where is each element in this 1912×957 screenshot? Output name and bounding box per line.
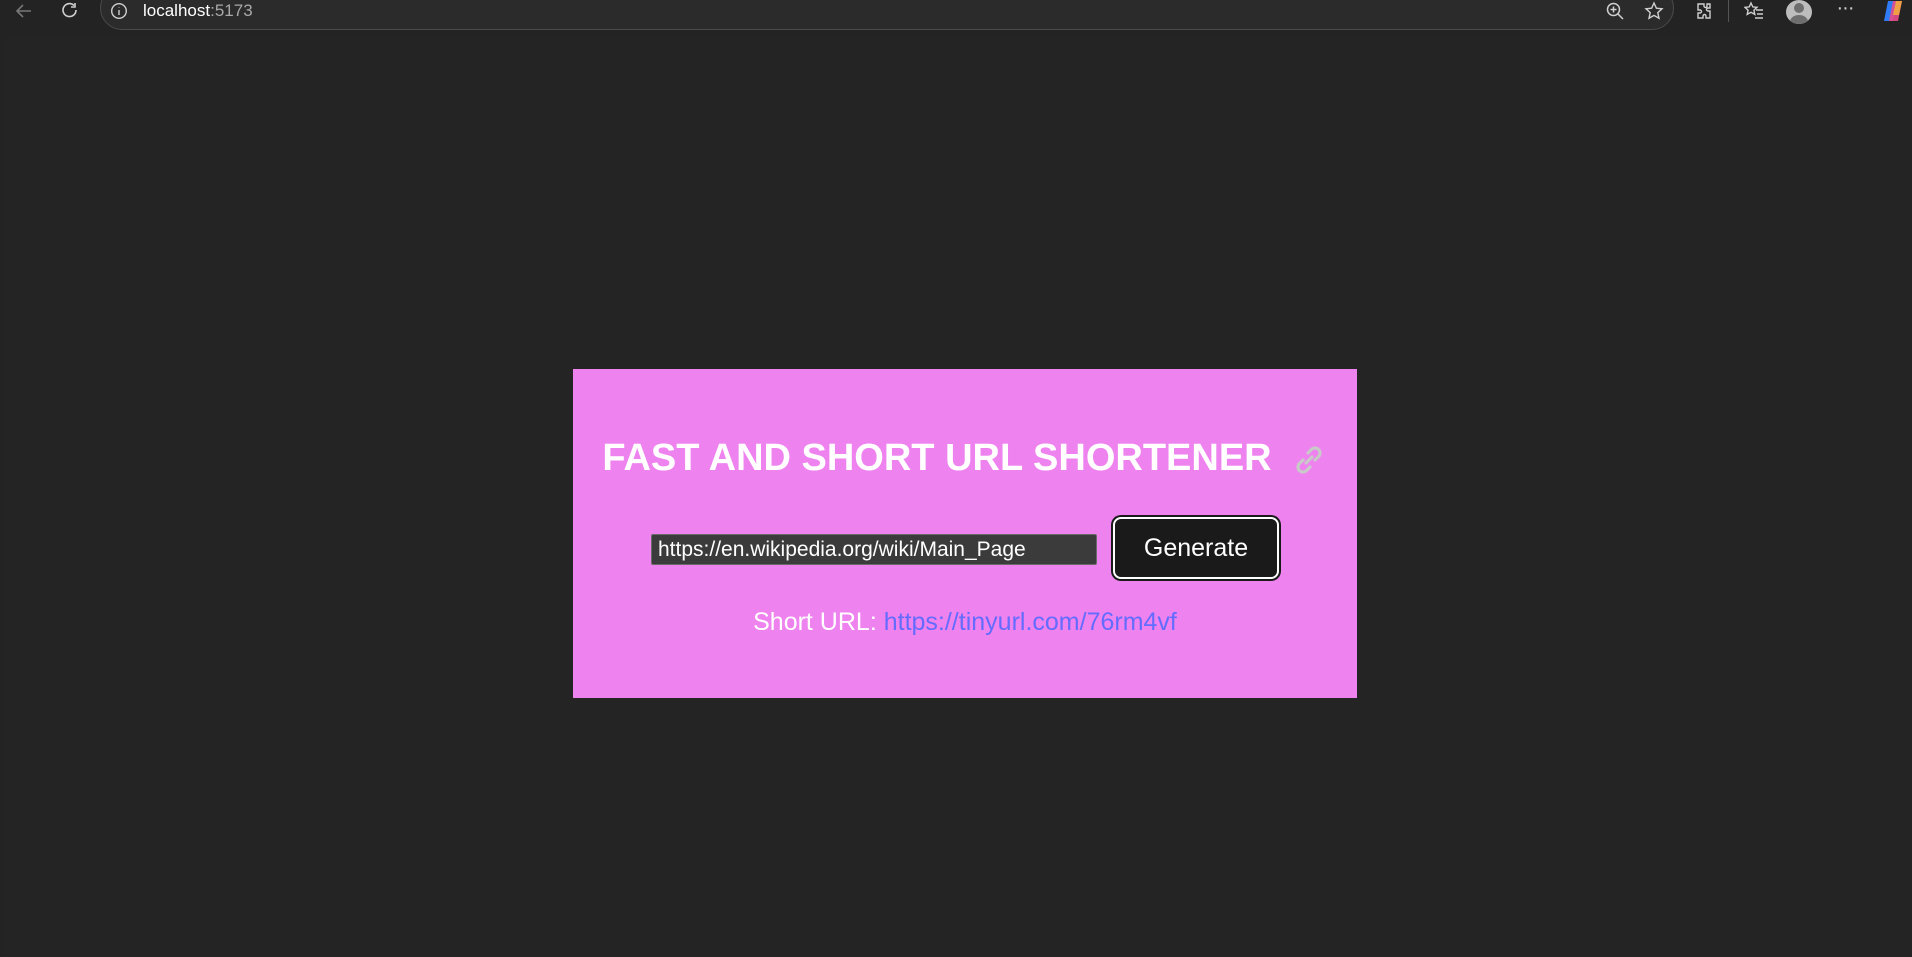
page-title: FAST AND SHORT URL SHORTENER — [573, 435, 1357, 481]
title-text: FAST AND SHORT URL SHORTENER — [602, 437, 1272, 479]
more-icon[interactable]: ··· — [1832, 0, 1858, 22]
shortener-card: FAST AND SHORT URL SHORTENER Generate Sh… — [573, 369, 1357, 698]
toolbar-separator — [1728, 0, 1729, 22]
link-icon — [1290, 441, 1328, 479]
generate-button[interactable]: Generate — [1113, 517, 1279, 579]
browser-toolbar: localhost:5173 ··· — [0, 0, 1912, 36]
back-icon[interactable] — [10, 0, 38, 22]
favorites-icon[interactable] — [1742, 0, 1766, 22]
url-input[interactable] — [651, 534, 1097, 565]
url-host: localhost — [143, 1, 211, 20]
info-icon[interactable] — [110, 2, 128, 20]
page-viewport: FAST AND SHORT URL SHORTENER Generate Sh… — [5, 36, 1912, 957]
short-url-label: Short URL: — [753, 608, 884, 636]
short-url-link[interactable]: https://tinyurl.com/76rm4vf — [884, 608, 1177, 636]
zoom-icon[interactable] — [1603, 0, 1627, 22]
address-bar[interactable] — [100, 0, 1674, 30]
short-url-result: Short URL: https://tinyurl.com/76rm4vf — [573, 607, 1357, 637]
url-port: :5173 — [210, 1, 253, 20]
copilot-icon[interactable] — [1880, 0, 1906, 24]
reload-icon[interactable] — [56, 0, 84, 22]
profile-icon[interactable] — [1786, 0, 1812, 24]
address-url[interactable]: localhost:5173 — [143, 0, 253, 22]
star-icon[interactable] — [1642, 0, 1666, 22]
extensions-icon[interactable] — [1692, 0, 1716, 22]
